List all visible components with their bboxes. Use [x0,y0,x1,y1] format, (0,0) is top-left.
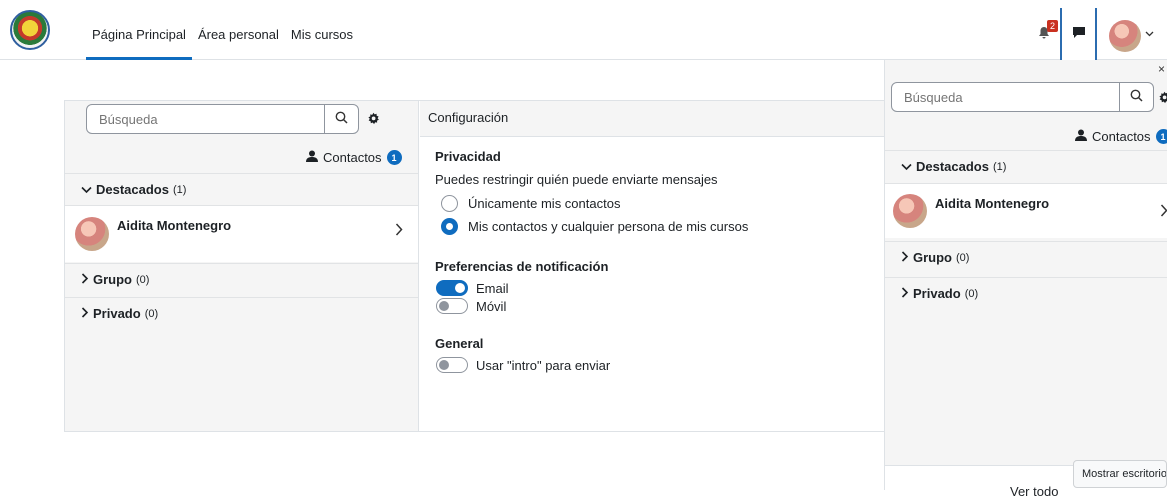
contacts-label: Contactos [1092,129,1151,144]
see-all-link[interactable]: Ver todo [1010,484,1058,499]
mobile-toggle[interactable] [436,298,468,314]
avatar [75,217,109,251]
contacts-link[interactable]: Contactos 1 [306,150,402,165]
chevron-right-icon [901,286,909,301]
toggle-label: Email [476,280,509,296]
settings-header: Configuración [420,101,900,137]
nav-my-courses[interactable]: Mis cursos [285,0,359,60]
messages-main-panel: Contactos 1 Destacados (1) Aidita Monten… [64,100,900,432]
avatar [893,194,927,228]
toggle-label: Móvil [476,298,507,314]
chat-bubble-icon [1072,26,1086,42]
section-label: Privado [913,286,961,301]
drawer-section-starred[interactable]: Destacados (1) [885,150,1167,182]
drawer-section-group[interactable]: Grupo (0) [885,241,1167,273]
drawer-search-box [891,82,1154,112]
user-avatar[interactable] [1109,20,1141,52]
search-icon [335,111,348,127]
notification-count-badge: 2 [1047,20,1059,32]
drawer-search-button[interactable] [1119,83,1153,111]
section-label: Destacados [916,159,989,174]
chevron-right-icon [1160,204,1167,222]
search-input[interactable] [87,105,324,133]
privacy-option-contacts-and-courses[interactable]: Mis contactos y cualquier persona de mis… [441,218,748,235]
primary-navigation: Página Principal Área personal Mis curso… [86,0,359,60]
settings-body: Privacidad Puedes restringir quién puede… [435,149,748,373]
mobile-toggle-row[interactable]: Móvil [436,298,748,314]
enter-to-send-toggle-row[interactable]: Usar "intro" para enviar [436,357,748,373]
contacts-label: Contactos [323,150,382,165]
contact-name: Aidita Montenegro [117,218,232,233]
contacts-count-badge: 1 [386,150,402,165]
email-toggle[interactable] [436,280,468,296]
conversations-column: Contactos 1 Destacados (1) Aidita Monten… [65,101,419,431]
privacy-option-contacts-only[interactable]: Únicamente mis contactos [441,195,748,212]
contact-name: Aidita Montenegro [935,196,1050,211]
section-count: (0) [964,287,979,300]
option-label: Únicamente mis contactos [468,196,621,211]
drawer-contacts-link[interactable]: Contactos 1 [1075,129,1167,144]
site-logo[interactable] [10,10,50,50]
section-count: (0) [956,251,970,264]
gear-icon[interactable] [1158,91,1167,107]
conversation-item[interactable]: Aidita Montenegro [65,205,418,262]
privacy-title: Privacidad [435,149,501,164]
drawer-conversation-item[interactable]: Aidita Montenegro [885,183,1167,238]
user-icon [1075,129,1087,144]
drawer-section-private[interactable]: Privado (0) [885,277,1167,309]
section-label: Grupo [93,272,132,287]
section-label: Privado [93,306,141,321]
toggle-label: Usar "intro" para enviar [476,357,611,373]
nav-home[interactable]: Página Principal [86,0,192,60]
show-desktop-tooltip: Mostrar escritorio [1073,460,1167,488]
contacts-count-badge: 1 [1155,129,1167,144]
chevron-down-icon [901,159,912,174]
drawer-search-input[interactable] [892,83,1119,111]
search-button[interactable] [324,105,358,133]
gear-icon[interactable] [367,112,380,128]
enter-to-send-toggle[interactable] [436,357,468,373]
chevron-right-icon [395,223,403,241]
chevron-right-icon [81,272,89,287]
search-icon [1130,89,1143,105]
nav-dashboard[interactable]: Área personal [192,0,285,60]
messages-toggle-button[interactable] [1060,8,1097,62]
chevron-down-icon[interactable] [1145,28,1154,40]
chevron-right-icon [901,250,909,265]
search-box [86,104,359,134]
section-count: (0) [136,273,150,286]
chevron-down-icon [81,182,92,197]
section-count: (0) [144,307,159,320]
general-title: General [435,336,484,351]
section-private[interactable]: Privado (0) [65,297,418,329]
section-starred[interactable]: Destacados (1) [65,173,418,205]
option-label: Mis contactos y cualquier persona de mis… [468,219,749,234]
section-label: Grupo [913,250,952,265]
section-group[interactable]: Grupo (0) [65,263,418,295]
section-count: (1) [172,183,187,196]
chevron-right-icon [81,306,89,321]
radio-button[interactable] [441,195,458,212]
notification-preferences-title: Preferencias de notificación [435,259,609,274]
section-label: Destacados [96,182,169,197]
close-icon[interactable]: × [1158,62,1165,76]
user-icon [306,150,318,165]
message-drawer: × Contactos 1 Destacados (1) Aidita Mont… [884,60,1167,499]
privacy-description: Puedes restringir quién puede enviarte m… [435,172,718,187]
top-navbar: Página Principal Área personal Mis curso… [0,0,1167,62]
section-count: (1) [992,160,1007,173]
radio-button[interactable] [441,218,458,235]
email-toggle-row[interactable]: Email [436,280,748,296]
